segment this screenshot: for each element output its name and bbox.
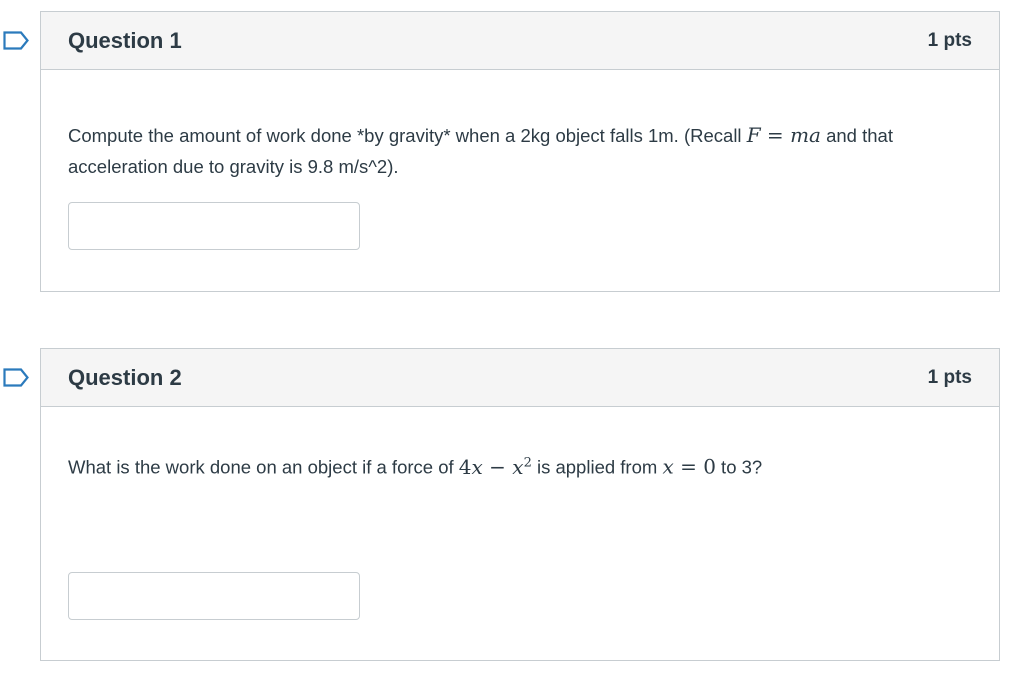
flag-question-icon[interactable] xyxy=(3,368,29,387)
question-text: What is the work done on an object if a … xyxy=(68,447,972,483)
question-text-part: What is the work done on an object if a … xyxy=(68,456,459,478)
question-card-2: Question 2 1 pts What is the work done o… xyxy=(40,348,1000,661)
quiz-page: Question 1 1 pts Compute the amount of w… xyxy=(0,0,1024,675)
math-expression: F = ma xyxy=(746,123,821,147)
answer-input[interactable] xyxy=(68,572,360,620)
question-header: Question 1 1 pts xyxy=(41,12,999,70)
question-points: 1 pts xyxy=(927,29,972,51)
math-expression: 4x − x2 xyxy=(458,454,532,479)
question-header: Question 2 1 pts xyxy=(41,349,999,407)
question-card-1: Question 1 1 pts Compute the amount of w… xyxy=(40,11,1000,292)
question-points: 1 pts xyxy=(927,366,972,388)
question-title: Question 1 xyxy=(68,27,182,53)
math-expression: x = 0 xyxy=(662,454,716,479)
question-text-part: Compute the amount of work done *by grav… xyxy=(68,125,747,146)
answer-input[interactable] xyxy=(68,202,360,250)
flag-question-icon[interactable] xyxy=(3,31,29,50)
question-title: Question 2 xyxy=(68,364,182,390)
question-text: Compute the amount of work done *by grav… xyxy=(68,120,972,182)
question-text-part: to 3? xyxy=(715,456,763,478)
question-text-part: is applied from xyxy=(531,456,663,478)
